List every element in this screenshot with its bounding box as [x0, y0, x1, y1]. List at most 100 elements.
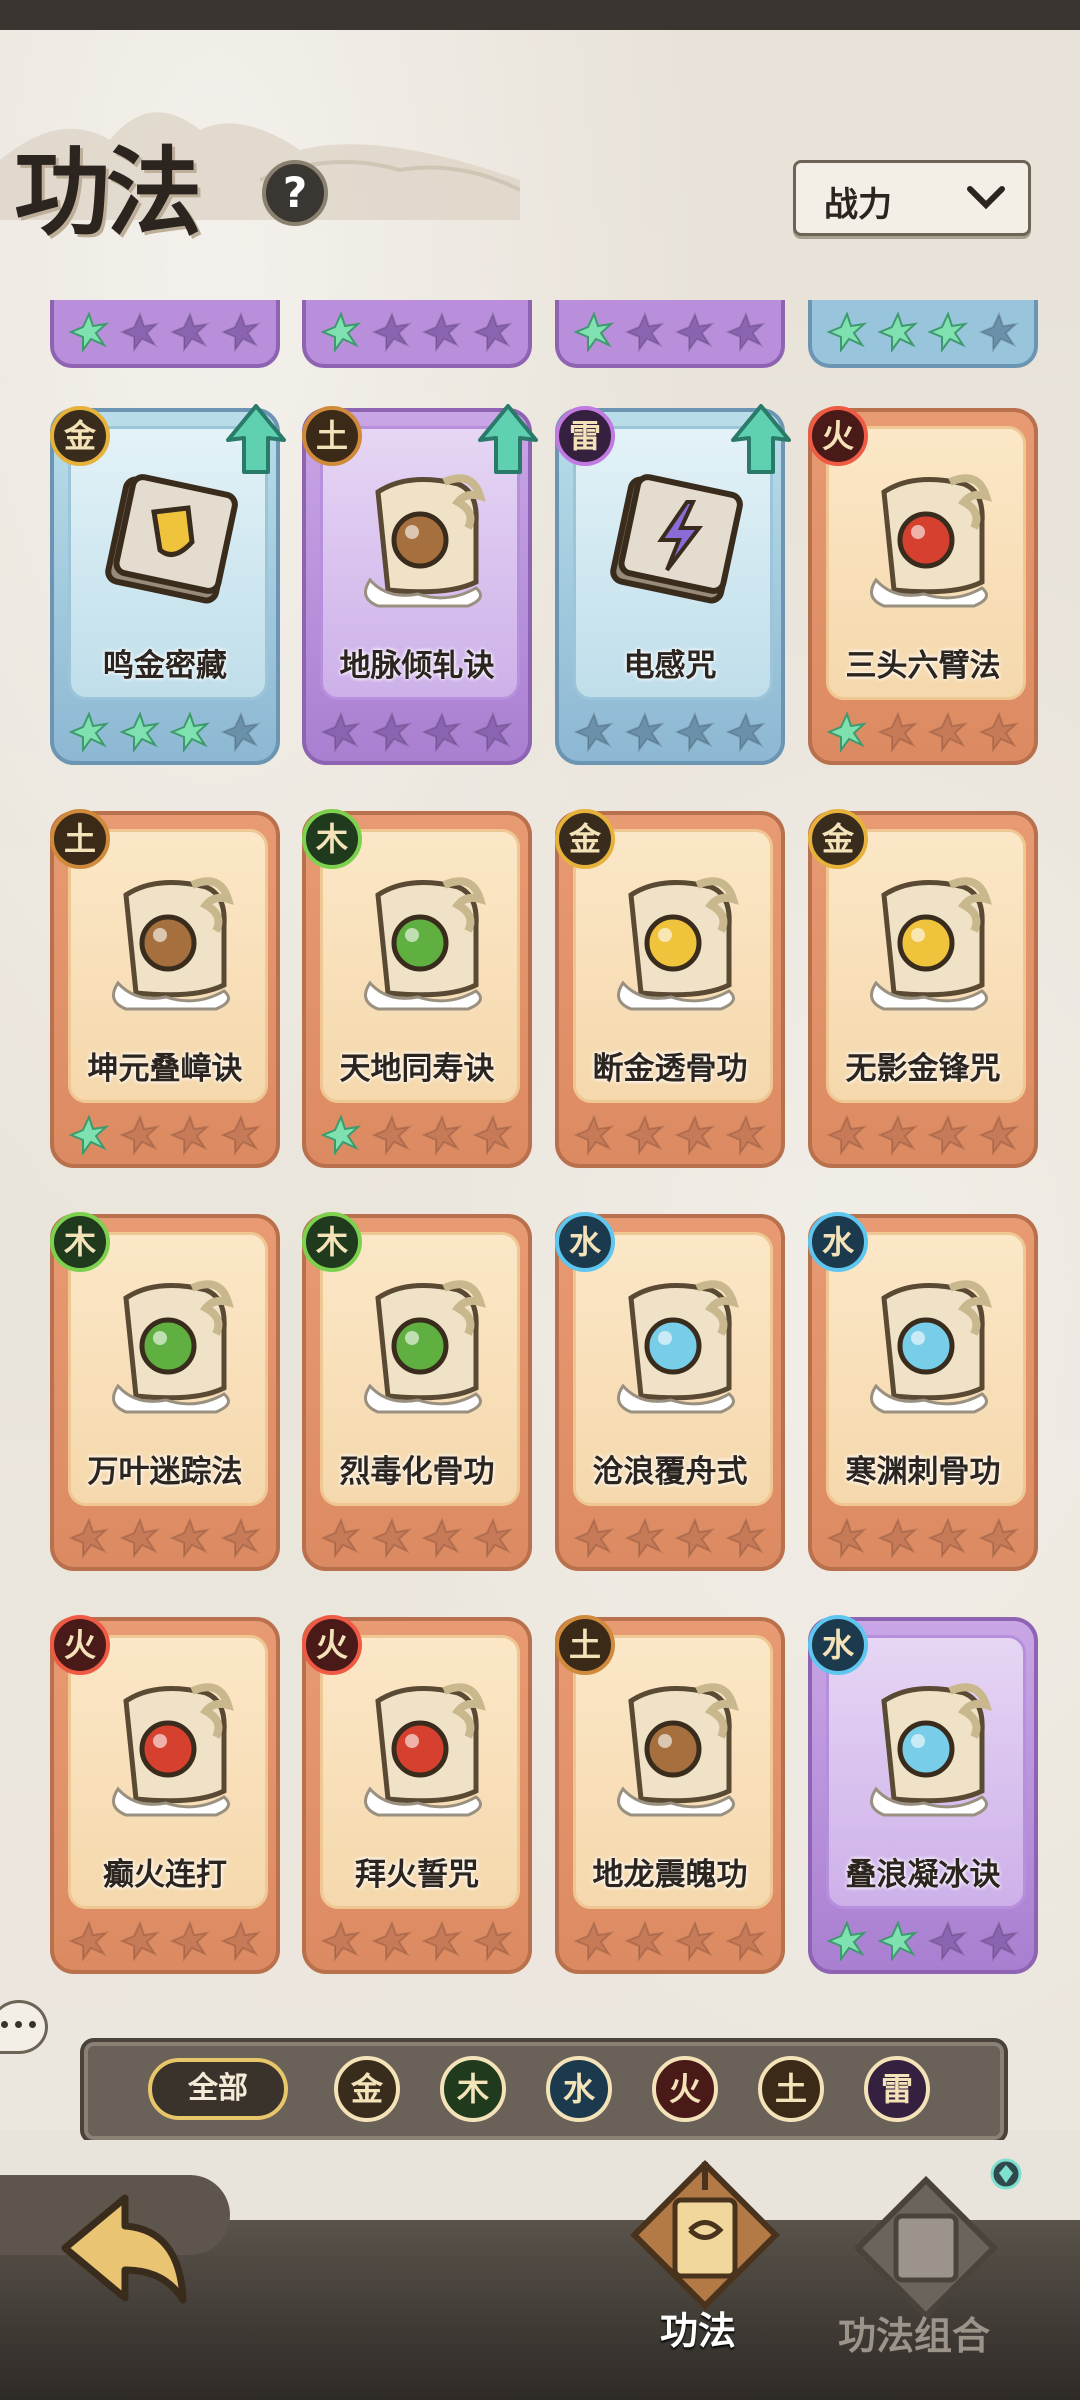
filter-thunder-button[interactable]: 雷: [864, 2056, 930, 2122]
skill-card[interactable]: 木烈毒化骨功: [302, 1212, 532, 1571]
skill-card[interactable]: 土地脉倾轧诀: [302, 404, 538, 765]
star-icon: [119, 1518, 160, 1558]
sort-label: 战力: [824, 185, 892, 225]
skill-card[interactable]: 木万叶迷踪法: [50, 1212, 280, 1571]
skill-card[interactable]: 火拜火誓咒: [302, 1615, 532, 1974]
skill-name: 电感咒: [623, 648, 717, 684]
skill-card[interactable]: 火三头六臂法: [808, 406, 1038, 765]
star-icon: [827, 1115, 868, 1155]
skill-card[interactable]: 水寒渊刺骨功: [808, 1212, 1038, 1571]
skill-card[interactable]: 土地龙震魄功: [555, 1615, 785, 1974]
star-rating: [316, 310, 518, 354]
filter-wood-button[interactable]: 木: [440, 2056, 506, 2122]
star-icon: [321, 1518, 362, 1558]
star-icon: [472, 712, 513, 752]
skill-name: 三头六臂法: [845, 648, 1001, 684]
star-rating: [569, 1919, 771, 1963]
star-icon: [422, 712, 463, 752]
skill-card[interactable]: 水沧浪覆舟式: [555, 1212, 785, 1571]
skill-name: 烈毒化骨功: [339, 1454, 495, 1490]
help-button[interactable]: ?: [262, 160, 328, 226]
star-icon: [422, 1115, 463, 1155]
skill-name: 地脉倾轧诀: [339, 648, 495, 684]
star-rating: [316, 1113, 518, 1157]
skill-name: 天地同寿诀: [339, 1051, 495, 1087]
star-icon: [624, 312, 665, 352]
star-rating: [64, 1113, 266, 1157]
tab-skills-label: 功法: [660, 2309, 737, 2353]
star-icon: [827, 1921, 868, 1961]
tab-skill-combos[interactable]: 功法组合: [838, 2170, 1014, 2380]
skill-card[interactable]: 土坤元叠嶂诀: [50, 809, 280, 1168]
star-icon: [928, 1518, 969, 1558]
star-rating: [569, 1113, 771, 1157]
back-arrow-icon[interactable]: [55, 2190, 195, 2310]
skill-card-partial[interactable]: [302, 300, 532, 368]
star-icon: [877, 312, 918, 352]
star-icon: [978, 312, 1019, 352]
star-icon: [978, 1115, 1019, 1155]
wood-scroll-icon: [364, 877, 486, 1011]
skill-card-partial[interactable]: [555, 300, 785, 368]
star-icon: [675, 1518, 716, 1558]
element-badge: 火: [808, 406, 868, 466]
sort-dropdown[interactable]: 战力: [793, 160, 1031, 236]
element-badge: 土: [555, 1615, 615, 1675]
star-icon: [69, 1115, 110, 1155]
star-icon: [220, 712, 261, 752]
element-badge: 木: [302, 1212, 362, 1272]
page-title: 功法: [14, 136, 202, 249]
star-icon: [220, 1115, 261, 1155]
star-icon: [472, 1518, 513, 1558]
star-icon: [321, 1115, 362, 1155]
star-icon: [321, 712, 362, 752]
star-rating: [822, 1919, 1024, 1963]
star-icon: [877, 712, 918, 752]
star-icon: [928, 1921, 969, 1961]
skill-card-partial[interactable]: [50, 300, 280, 368]
skill-card[interactable]: 雷电感咒: [555, 404, 791, 765]
star-icon: [69, 712, 110, 752]
earth-scroll-icon: [364, 474, 486, 608]
skill-name: 寒渊刺骨功: [845, 1454, 1001, 1490]
filter-all-button[interactable]: 全部: [148, 2058, 288, 2120]
star-icon: [371, 1921, 412, 1961]
star-icon: [422, 312, 463, 352]
filter-gold-button[interactable]: 金: [334, 2056, 400, 2122]
element-badge: 土: [302, 406, 362, 466]
star-icon: [220, 1518, 261, 1558]
element-badge: 木: [50, 1212, 110, 1272]
star-icon: [472, 1921, 513, 1961]
skill-card[interactable]: 金鸣金密藏: [50, 404, 286, 765]
tab-skills[interactable]: 功法: [610, 2150, 800, 2380]
star-icon: [170, 1115, 211, 1155]
star-icon: [928, 312, 969, 352]
star-rating: [64, 710, 266, 754]
status-bar: [0, 0, 1080, 30]
star-icon: [422, 1921, 463, 1961]
star-icon: [69, 312, 110, 352]
skill-card[interactable]: 金无影金锋咒: [808, 809, 1038, 1168]
star-icon: [624, 1518, 665, 1558]
filter-water-button[interactable]: 水: [546, 2056, 612, 2122]
skill-card-partial[interactable]: [808, 300, 1038, 368]
skill-name: 叠浪凝冰诀: [845, 1857, 1001, 1893]
star-icon: [928, 1115, 969, 1155]
star-icon: [624, 712, 665, 752]
filter-earth-button[interactable]: 土: [758, 2056, 824, 2122]
star-icon: [371, 712, 412, 752]
star-icon: [170, 312, 211, 352]
star-icon: [725, 312, 766, 352]
gold-scroll-icon: [870, 877, 992, 1011]
skill-card[interactable]: 火癫火连打: [50, 1615, 280, 1974]
skill-card[interactable]: 水叠浪凝冰诀: [808, 1615, 1038, 1974]
star-icon: [69, 1921, 110, 1961]
water-scroll-icon: [870, 1683, 992, 1817]
skill-card[interactable]: 金断金透骨功: [555, 809, 785, 1168]
fire-scroll-icon: [364, 1683, 486, 1817]
skill-name: 沧浪覆舟式: [592, 1454, 748, 1490]
star-icon: [827, 1518, 868, 1558]
tab-skill-combos-label: 功法组合: [838, 2314, 991, 2358]
skill-card[interactable]: 木天地同寿诀: [302, 809, 532, 1168]
filter-fire-button[interactable]: 火: [652, 2056, 718, 2122]
